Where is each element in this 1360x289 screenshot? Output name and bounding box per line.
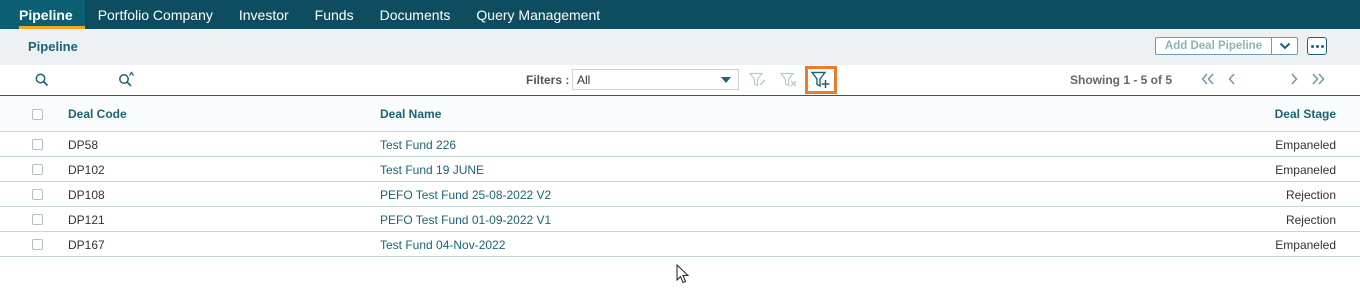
- more-icon-dot: [1320, 44, 1324, 48]
- table-row: DP102 Test Fund 19 JUNE Empaneled: [0, 157, 1360, 182]
- select-all-checkbox[interactable]: [32, 109, 43, 120]
- row-checkbox[interactable]: [32, 139, 43, 150]
- deal-code-cell: DP102: [68, 163, 105, 177]
- row-checkbox[interactable]: [32, 214, 43, 225]
- chevron-down-icon: [1279, 42, 1290, 50]
- table-header: Deal Code Deal Name Deal Stage: [0, 95, 1360, 132]
- tab-portfolio-company[interactable]: Portfolio Company: [85, 0, 226, 29]
- deal-code-cell: DP58: [68, 138, 99, 152]
- more-icon-dot: [1315, 44, 1319, 48]
- column-header-deal-name[interactable]: Deal Name: [380, 107, 441, 121]
- previous-page-icon[interactable]: [1227, 73, 1237, 85]
- row-checkbox[interactable]: [32, 189, 43, 200]
- table-toolbar: Filters : All Showing 1 - 5 of 5: [0, 65, 1360, 95]
- page-header: Pipeline Add Deal Pipeline: [0, 29, 1360, 65]
- table-row: DP108 PEFO Test Fund 25-08-2022 V2 Rejec…: [0, 182, 1360, 207]
- deal-stage-cell: Rejection: [1285, 188, 1336, 202]
- tab-funds[interactable]: Funds: [302, 0, 367, 29]
- tab-pipeline[interactable]: Pipeline: [0, 0, 85, 29]
- filter-select-value: All: [577, 73, 591, 87]
- table-row: DP167 Test Fund 04-Nov-2022 Empaneled: [0, 232, 1360, 257]
- deal-code-cell: DP167: [68, 238, 105, 252]
- add-deal-dropdown-button[interactable]: [1271, 37, 1298, 55]
- column-header-deal-stage[interactable]: Deal Stage: [1275, 107, 1336, 121]
- tab-investor[interactable]: Investor: [226, 0, 302, 29]
- deal-name-link[interactable]: PEFO Test Fund 01-09-2022 V1: [380, 213, 551, 227]
- deal-stage-cell: Empaneled: [1275, 163, 1336, 177]
- mouse-cursor-icon: [676, 264, 690, 284]
- edit-filter-icon[interactable]: [749, 72, 767, 88]
- page-title: Pipeline: [28, 39, 78, 54]
- clear-filter-icon[interactable]: [780, 72, 798, 88]
- tab-documents[interactable]: Documents: [367, 0, 464, 29]
- last-page-icon[interactable]: [1311, 73, 1325, 85]
- deal-stage-cell: Empaneled: [1275, 238, 1336, 252]
- pagination-summary: Showing 1 - 5 of 5: [1070, 73, 1173, 87]
- deal-name-link[interactable]: PEFO Test Fund 25-08-2022 V2: [380, 188, 551, 202]
- advanced-search-icon[interactable]: [118, 71, 136, 87]
- deal-name-link[interactable]: Test Fund 04-Nov-2022: [380, 238, 505, 252]
- filters-label: Filters :: [526, 73, 570, 87]
- more-options-button[interactable]: [1307, 37, 1327, 55]
- column-header-deal-code[interactable]: Deal Code: [68, 107, 127, 121]
- deal-name-link[interactable]: Test Fund 19 JUNE: [380, 163, 484, 177]
- top-navigation: Pipeline Portfolio Company Investor Fund…: [0, 0, 1360, 29]
- more-icon: [1310, 44, 1314, 48]
- table-row: DP58 Test Fund 226 Empaneled: [0, 132, 1360, 157]
- deal-code-cell: DP121: [68, 213, 105, 227]
- deal-name-link[interactable]: Test Fund 226: [380, 138, 456, 152]
- caret-down-icon: [721, 77, 731, 83]
- add-deal-pipeline-button[interactable]: Add Deal Pipeline: [1155, 37, 1272, 55]
- deal-stage-cell: Empaneled: [1275, 138, 1336, 152]
- highlight-box: [805, 66, 837, 94]
- table-row: DP121 PEFO Test Fund 01-09-2022 V1 Rejec…: [0, 207, 1360, 232]
- deal-stage-cell: Rejection: [1285, 213, 1336, 227]
- tab-query-management[interactable]: Query Management: [463, 0, 613, 29]
- row-checkbox[interactable]: [32, 239, 43, 250]
- deal-code-cell: DP108: [68, 188, 105, 202]
- next-page-icon[interactable]: [1289, 73, 1299, 85]
- first-page-icon[interactable]: [1201, 73, 1215, 85]
- row-checkbox[interactable]: [32, 164, 43, 175]
- search-icon[interactable]: [35, 73, 49, 87]
- filter-select[interactable]: All: [572, 69, 739, 90]
